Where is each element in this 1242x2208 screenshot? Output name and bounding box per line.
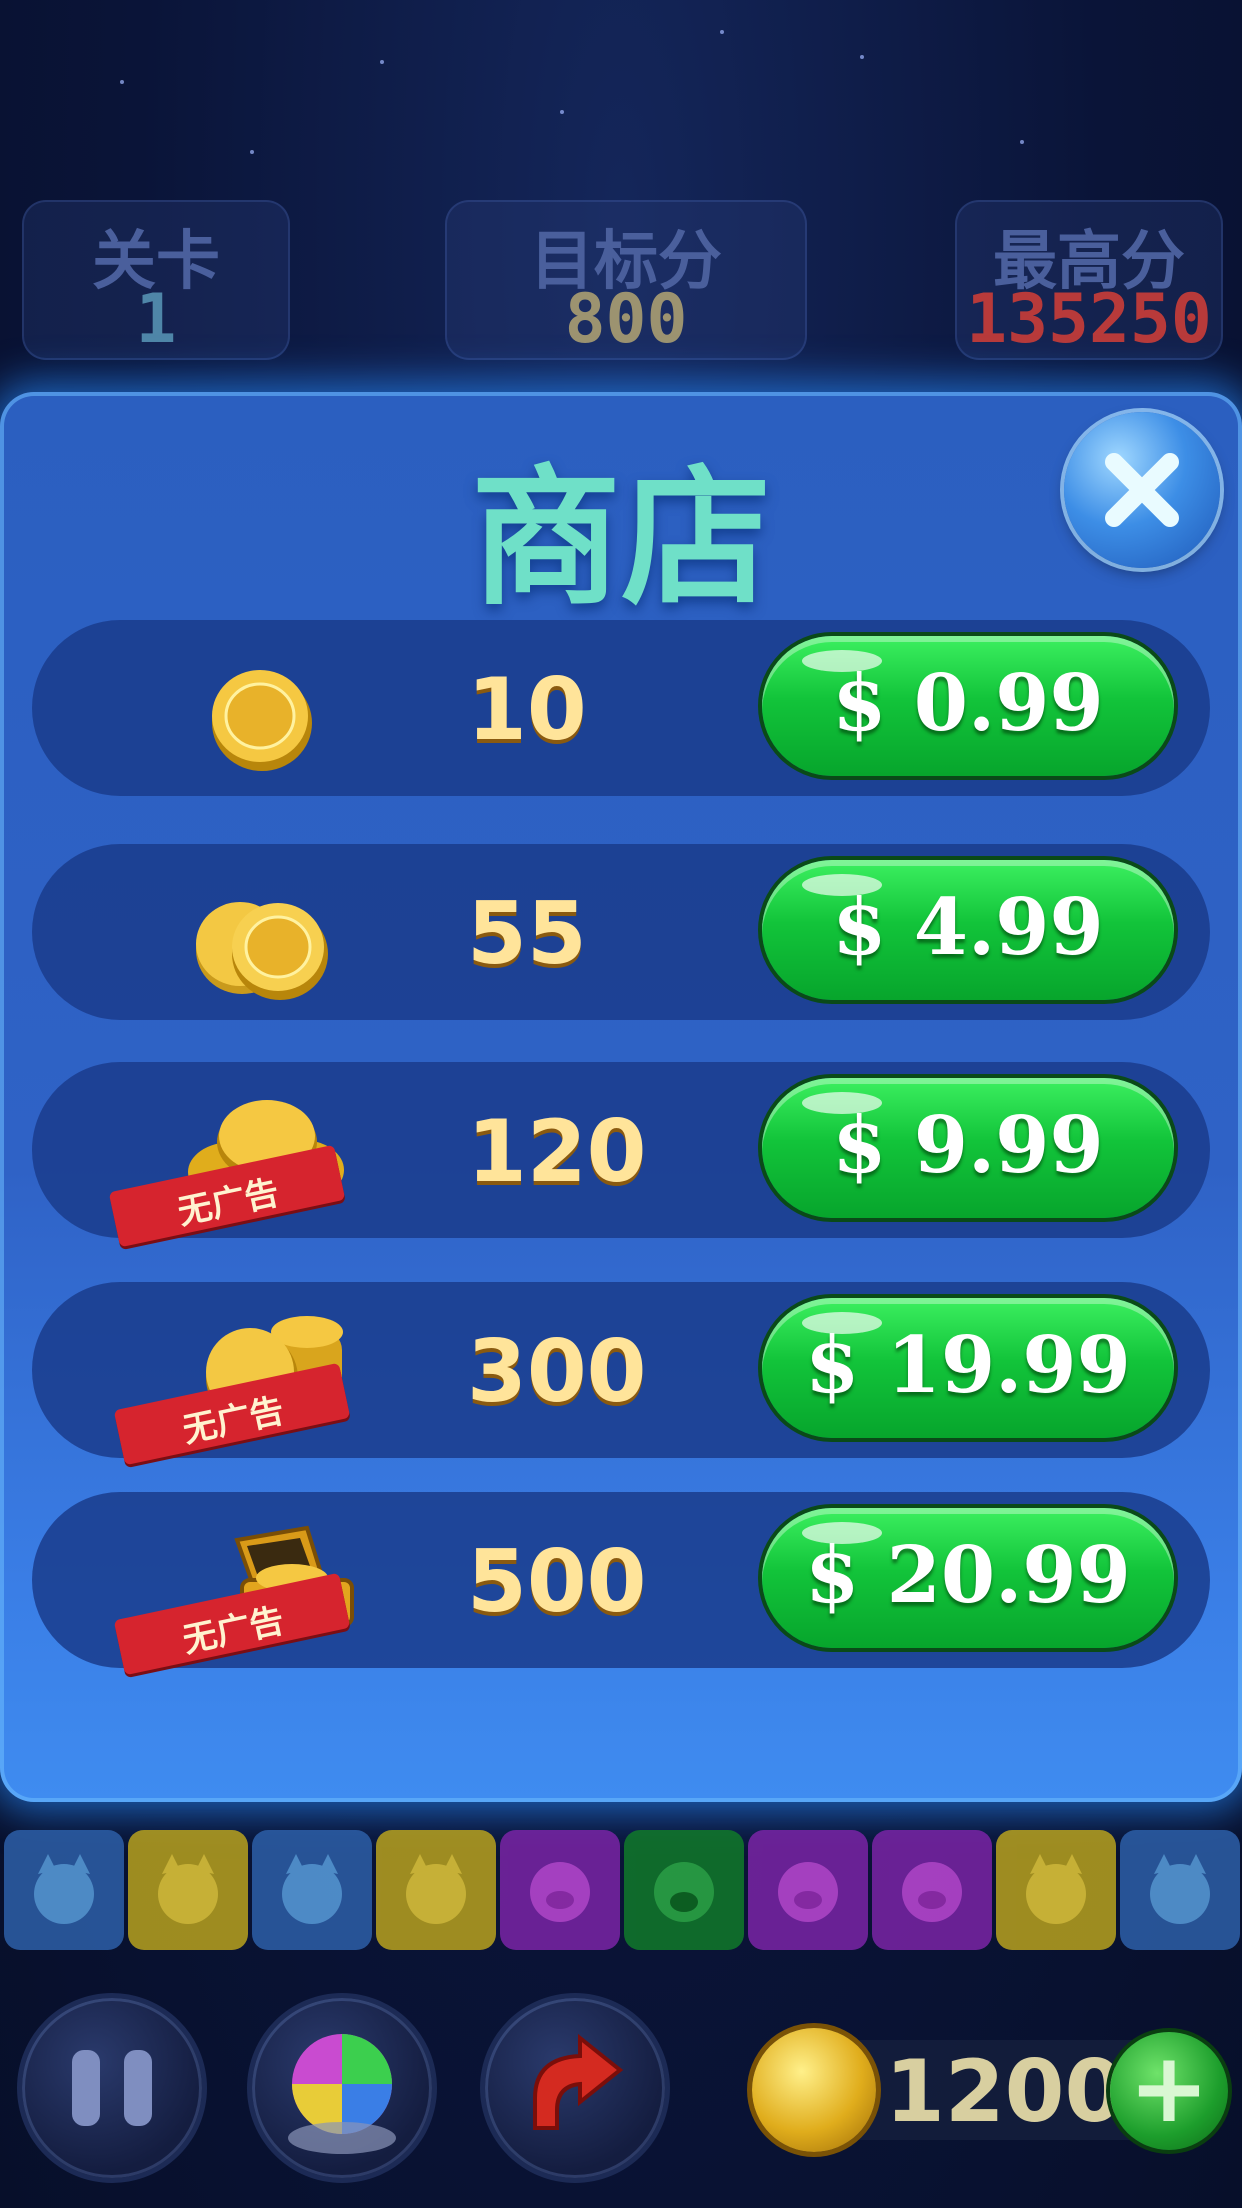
star <box>120 80 124 84</box>
rainbow-ball-button[interactable] <box>252 1998 432 2178</box>
tile-yellow-cat[interactable] <box>128 1830 248 1950</box>
pause-icon <box>72 2050 152 2126</box>
cat-face-icon <box>282 1854 342 1924</box>
coin-amount: 55 <box>467 884 587 984</box>
tile-blue-cat[interactable] <box>4 1830 124 1950</box>
tile-strip <box>0 1830 1242 1954</box>
coin-balance-icon <box>752 2028 876 2152</box>
two-coins-icon <box>196 902 328 1000</box>
close-icon <box>1105 453 1179 527</box>
shop-item-row: 10 $ 0.99 <box>32 620 1210 796</box>
star <box>1020 140 1024 144</box>
tile-yellow-cat[interactable] <box>376 1830 496 1950</box>
tile-purple-pig[interactable] <box>500 1830 620 1950</box>
star <box>250 150 254 154</box>
tile-blue-cat[interactable] <box>1120 1830 1240 1950</box>
hud-best-value: 135250 <box>966 280 1212 359</box>
star <box>720 30 724 34</box>
undo-button[interactable] <box>485 1998 665 2178</box>
price-label: $ 4.99 <box>832 882 1104 973</box>
add-coins-button[interactable]: + <box>1110 2032 1228 2150</box>
plus-icon: + <box>1128 2032 1210 2144</box>
coin-amount: 300 <box>467 1322 647 1422</box>
cat-face-icon <box>1150 1854 1210 1924</box>
shop-item-row: 无广告 300 $ 19.99 <box>32 1282 1210 1466</box>
price-label: $ 0.99 <box>832 658 1104 749</box>
hud-target-card: 目标分 800 <box>445 200 807 360</box>
star <box>560 110 564 114</box>
buy-button[interactable]: $ 19.99 <box>762 1298 1174 1438</box>
coin-amount: 120 <box>467 1102 647 1202</box>
dog-face-icon <box>654 1862 714 1922</box>
price-label: $ 19.99 <box>805 1320 1131 1411</box>
star <box>380 60 384 64</box>
shop-title: 商店 <box>470 452 771 626</box>
coin-amount: 10 <box>467 660 587 760</box>
hud-best-card: 最高分 135250 <box>955 200 1223 360</box>
cat-face-icon <box>1026 1854 1086 1924</box>
price-label: $ 9.99 <box>832 1100 1104 1191</box>
cat-face-icon <box>406 1854 466 1924</box>
tile-purple-pig[interactable] <box>872 1830 992 1950</box>
buy-button[interactable]: $ 4.99 <box>762 860 1174 1000</box>
pig-face-icon <box>530 1862 590 1922</box>
cat-face-icon <box>158 1854 218 1924</box>
cat-face-icon <box>34 1854 94 1924</box>
pig-face-icon <box>902 1862 962 1922</box>
buy-button[interactable]: $ 0.99 <box>762 636 1174 776</box>
hud-target-value: 800 <box>564 280 688 359</box>
shop-item-row: 55 $ 4.99 <box>32 844 1210 1020</box>
pause-button[interactable] <box>22 1998 202 2178</box>
shop-item-row: 无广告 120 $ 9.99 <box>32 1062 1210 1248</box>
pig-face-icon <box>778 1862 838 1922</box>
tile-green-dog[interactable] <box>624 1830 744 1950</box>
tile-blue-cat[interactable] <box>252 1830 372 1950</box>
buy-button[interactable]: $ 9.99 <box>762 1078 1174 1218</box>
close-button[interactable] <box>1064 412 1220 568</box>
star <box>860 55 864 59</box>
undo-arrow-icon <box>533 2033 624 2130</box>
single-coin-icon <box>212 670 312 771</box>
hud-level-value: 1 <box>135 280 177 359</box>
shop-item-row: 无广告 500 $ 20.99 <box>32 1492 1210 1676</box>
tile-purple-pig[interactable] <box>748 1830 868 1950</box>
buy-button[interactable]: $ 20.99 <box>762 1508 1174 1648</box>
coin-amount: 500 <box>467 1532 647 1632</box>
tile-yellow-cat[interactable] <box>996 1830 1116 1950</box>
shop-panel: 商店 10 $ 0.99 55 $ 4.99 无广告 120 $ 9.99 无广… <box>0 392 1242 1802</box>
hud-level-card: 关卡 1 <box>22 200 290 360</box>
price-label: $ 20.99 <box>805 1530 1131 1621</box>
rainbow-ball-icon <box>288 2034 396 2154</box>
